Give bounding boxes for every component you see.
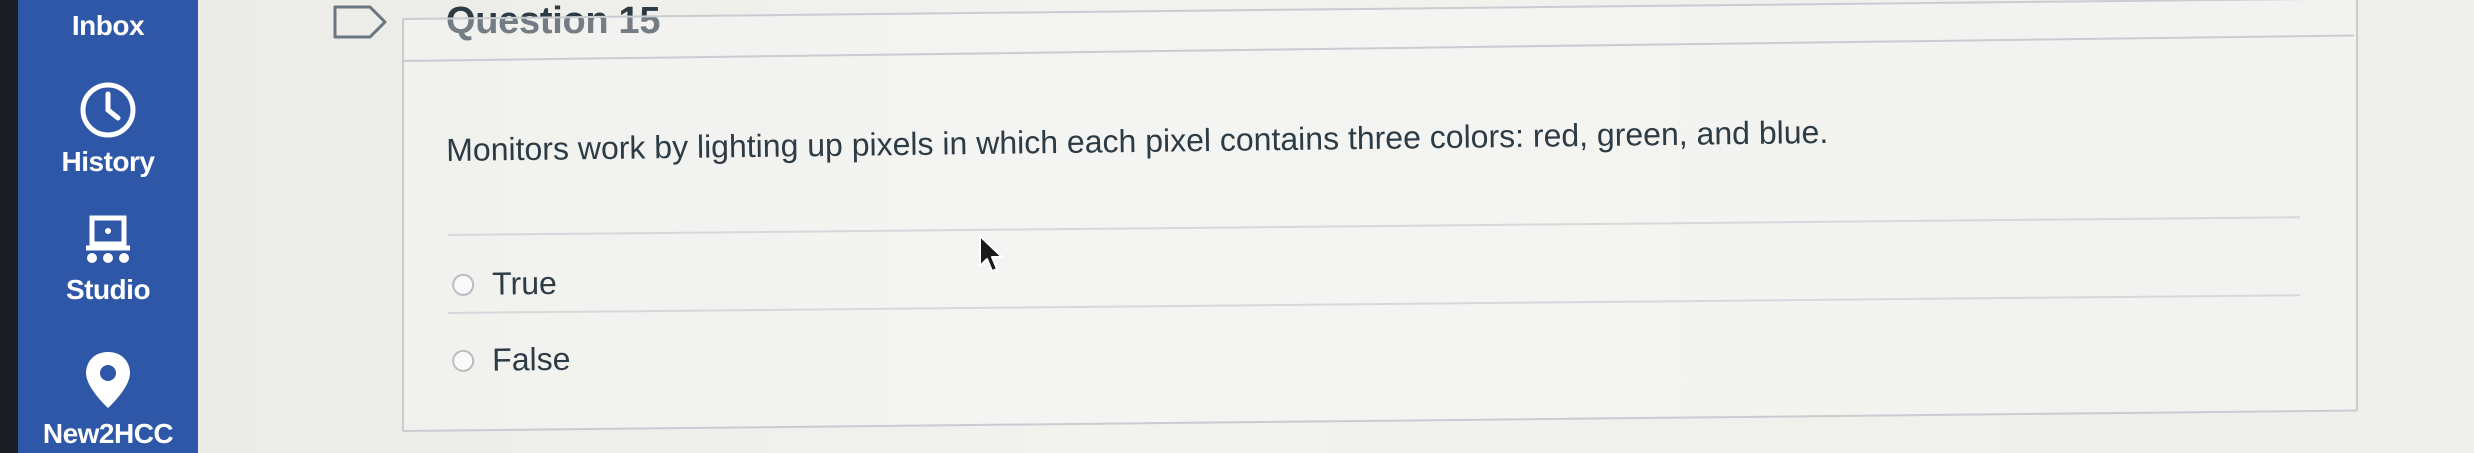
nav-item-label: New2HCC bbox=[42, 418, 174, 449]
answer-label: False bbox=[491, 340, 571, 378]
nav-item-inbox[interactable]: Inbox bbox=[18, 10, 198, 42]
nav-item-label: Inbox bbox=[71, 10, 145, 41]
nav-item-history[interactable]: History bbox=[18, 80, 198, 178]
mouse-cursor-icon bbox=[979, 235, 1003, 272]
radio-button[interactable] bbox=[452, 273, 475, 296]
nav-item-label: Studio bbox=[65, 274, 151, 305]
global-nav-sidebar: Inbox History Studio New2HCC bbox=[18, 0, 198, 453]
nav-item-label: History bbox=[61, 146, 155, 177]
screen-bezel bbox=[0, 0, 18, 453]
radio-button[interactable] bbox=[452, 349, 475, 372]
answer-label: True bbox=[491, 264, 557, 302]
map-pin-icon bbox=[86, 352, 130, 408]
answer-option-true[interactable]: True bbox=[452, 265, 557, 303]
question-card bbox=[402, 0, 2358, 433]
nav-item-studio[interactable]: Studio bbox=[18, 214, 198, 306]
answer-option-false[interactable]: False bbox=[452, 341, 571, 379]
nav-item-new2hcc[interactable]: New2HCC bbox=[18, 348, 198, 450]
quiz-screen: Inbox History Studio New2HCC Question 15… bbox=[0, 0, 2474, 453]
studio-icon bbox=[86, 215, 130, 263]
clock-icon bbox=[80, 82, 136, 138]
flag-question-icon[interactable] bbox=[332, 4, 388, 40]
